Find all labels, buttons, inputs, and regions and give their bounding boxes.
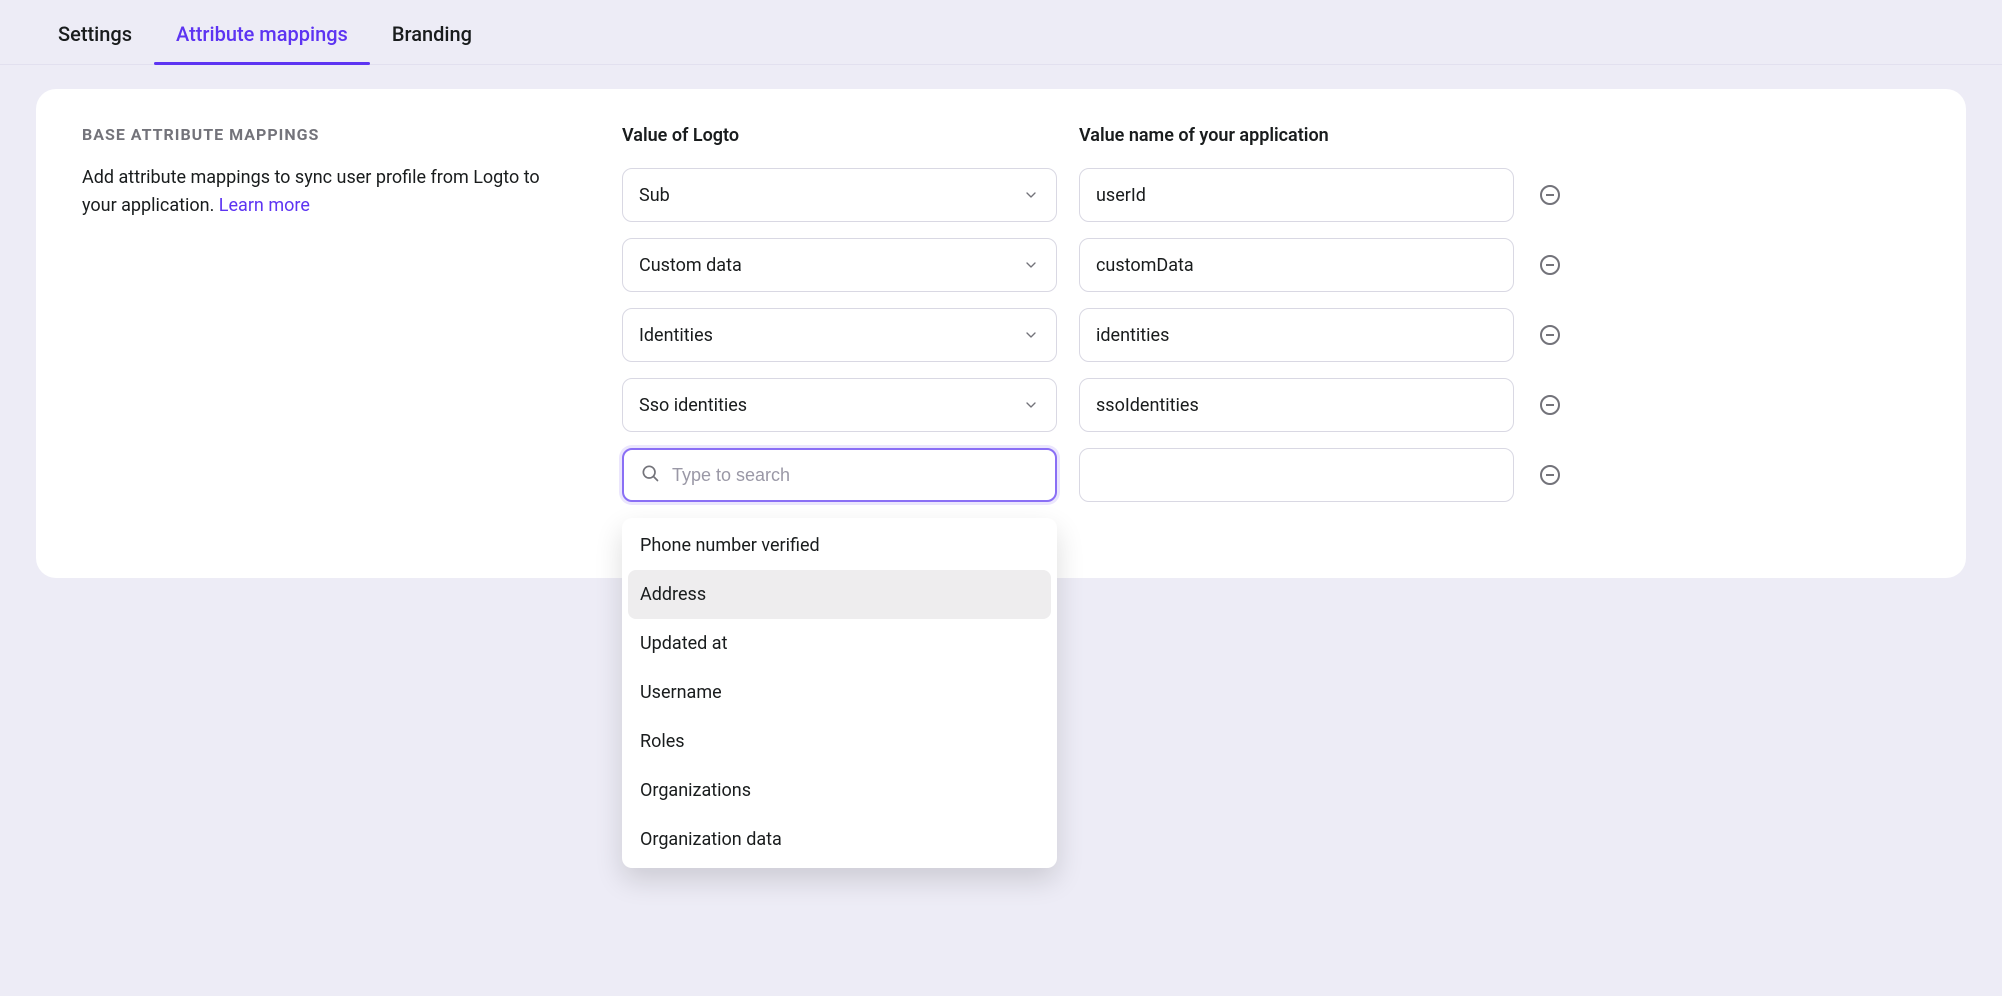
learn-more-link[interactable]: Learn more	[219, 195, 310, 216]
select-value: Sso identities	[639, 395, 747, 416]
tab-attribute-mappings[interactable]: Attribute mappings	[154, 0, 370, 64]
remove-row-button[interactable]	[1536, 321, 1564, 349]
select-value: Sub	[639, 185, 670, 206]
app-value-input[interactable]: ssoIdentities	[1079, 378, 1514, 432]
select-value: Custom data	[639, 255, 742, 276]
app-value-input[interactable]: userId	[1079, 168, 1514, 222]
dropdown-option[interactable]: Organizations	[628, 766, 1051, 815]
remove-row-button[interactable]	[1536, 391, 1564, 419]
dropdown-option[interactable]: Updated at	[628, 619, 1051, 668]
dropdown-option[interactable]: Address	[628, 570, 1051, 619]
logto-value-select[interactable]: Custom data	[622, 238, 1057, 292]
input-value: userId	[1096, 185, 1146, 206]
app-value-input[interactable]: customData	[1079, 238, 1514, 292]
input-value: identities	[1096, 325, 1169, 346]
dropdown-option[interactable]: Phone number verified	[628, 524, 1051, 570]
chevron-down-icon	[1022, 186, 1040, 204]
logto-value-select[interactable]: Sub	[622, 168, 1057, 222]
select-value: Identities	[639, 325, 713, 346]
app-value-input[interactable]	[1079, 448, 1514, 502]
tab-branding[interactable]: Branding	[370, 0, 494, 64]
tabs: Settings Attribute mappings Branding	[0, 0, 2002, 65]
column-header-app: Value name of your application	[1079, 125, 1514, 152]
card-attribute-mappings: BASE ATTRIBUTE MAPPINGS Add attribute ma…	[36, 89, 1966, 578]
logto-value-search[interactable]	[622, 448, 1057, 502]
chevron-down-icon	[1022, 326, 1040, 344]
logto-value-dropdown: Phone numberPhone number verifiedAddress…	[622, 518, 1057, 868]
remove-row-button[interactable]	[1536, 181, 1564, 209]
app-value-input[interactable]: identities	[1079, 308, 1514, 362]
search-input[interactable]	[672, 465, 1039, 486]
dropdown-list[interactable]: Phone numberPhone number verifiedAddress…	[628, 524, 1051, 864]
dropdown-option[interactable]: Username	[628, 668, 1051, 717]
section-title: BASE ATTRIBUTE MAPPINGS	[82, 125, 562, 144]
chevron-down-icon	[1022, 396, 1040, 414]
dropdown-option[interactable]: Organization data	[628, 815, 1051, 864]
chevron-down-icon	[1022, 256, 1040, 274]
remove-row-button[interactable]	[1536, 461, 1564, 489]
dropdown-option[interactable]: Roles	[628, 717, 1051, 766]
tab-settings[interactable]: Settings	[36, 0, 154, 64]
section-intro: BASE ATTRIBUTE MAPPINGS Add attribute ma…	[82, 125, 562, 518]
logto-value-select[interactable]: Sso identities	[622, 378, 1057, 432]
column-header-logto: Value of Logto	[622, 125, 1057, 152]
remove-row-button[interactable]	[1536, 251, 1564, 279]
section-description-text: Add attribute mappings to sync user prof…	[82, 167, 540, 216]
input-value: customData	[1096, 255, 1194, 276]
input-value: ssoIdentities	[1096, 395, 1199, 416]
mappings-grid: Value of Logto Value name of your applic…	[622, 125, 1920, 518]
logto-value-select[interactable]: Identities	[622, 308, 1057, 362]
search-icon	[640, 463, 660, 487]
section-description: Add attribute mappings to sync user prof…	[82, 164, 562, 220]
